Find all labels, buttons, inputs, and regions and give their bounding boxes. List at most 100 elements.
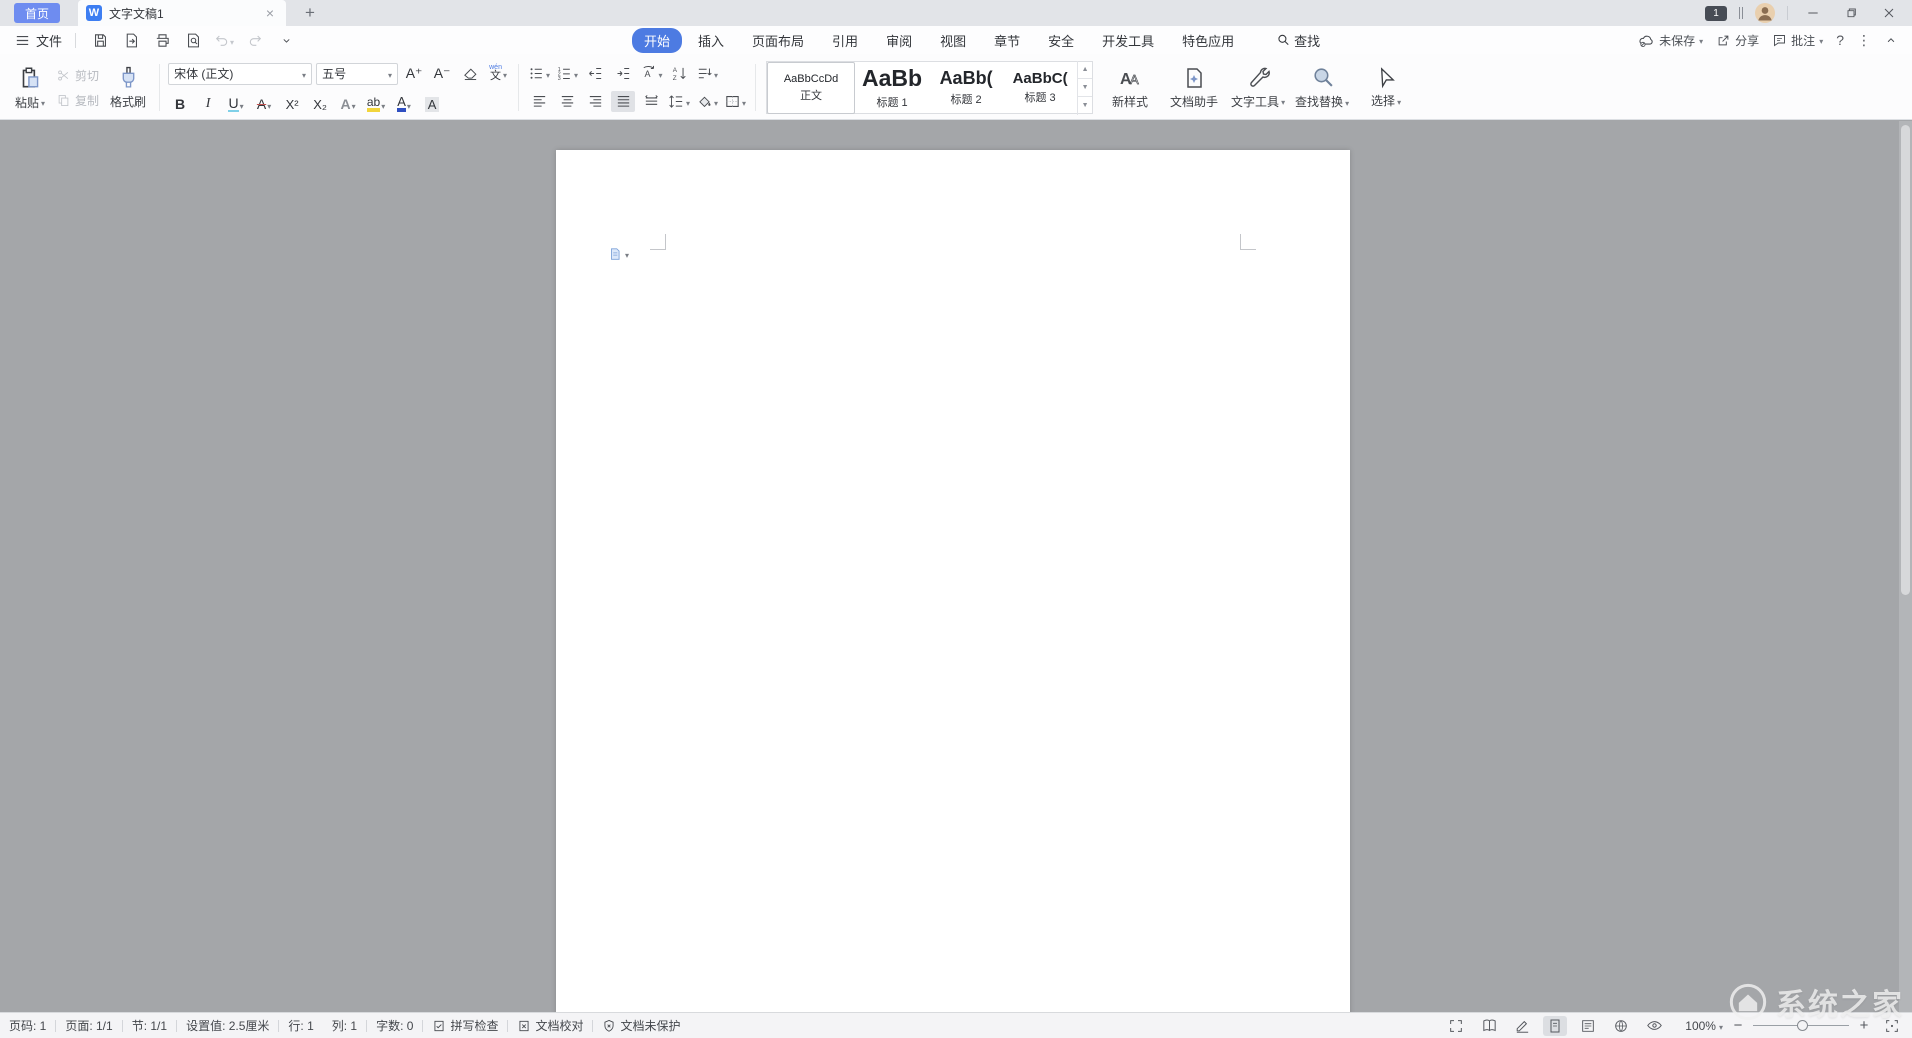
style-heading-2[interactable]: AaBb( 标题 2: [929, 62, 1003, 114]
pinyin-caret[interactable]: [503, 65, 507, 81]
increase-font-button[interactable]: A⁺: [402, 63, 426, 84]
eye-protection-button[interactable]: [1642, 1016, 1666, 1036]
bullet-list-caret[interactable]: [546, 65, 550, 81]
zoom-out-button[interactable]: −: [1731, 1017, 1745, 1034]
line-spacing-caret[interactable]: [686, 93, 690, 109]
close-button[interactable]: [1876, 3, 1902, 23]
save-button[interactable]: [89, 29, 111, 51]
sort-button[interactable]: [667, 63, 691, 84]
bullet-list-button[interactable]: [527, 63, 551, 84]
undo-dropdown-caret[interactable]: [230, 33, 234, 48]
font-name-combo[interactable]: 宋体 (正文): [168, 63, 312, 85]
style-heading-3[interactable]: AaBbC( 标题 3: [1003, 62, 1077, 114]
zoom-slider-handle[interactable]: [1797, 1020, 1808, 1031]
tab-section[interactable]: 章节: [982, 28, 1032, 53]
tab-references[interactable]: 引用: [820, 28, 870, 53]
comment-button[interactable]: 批注: [1772, 32, 1823, 49]
text-effect-button[interactable]: A: [336, 92, 360, 113]
text-tools-button[interactable]: 文字工具: [1229, 66, 1287, 110]
share-button[interactable]: 分享: [1716, 32, 1759, 49]
align-center-button[interactable]: [555, 91, 579, 112]
restore-button[interactable]: [1838, 3, 1864, 23]
smart-tag[interactable]: [608, 246, 629, 261]
status-page-count[interactable]: 页面: 1/1: [56, 1017, 121, 1034]
tab-view[interactable]: 视图: [928, 28, 978, 53]
new-tab-button[interactable]: +: [300, 3, 320, 23]
highlight-caret[interactable]: [381, 96, 385, 112]
file-menu-button[interactable]: 文件: [14, 31, 62, 50]
text-direction-button[interactable]: [639, 63, 663, 84]
italic-button[interactable]: I: [196, 92, 220, 113]
decrease-indent-button[interactable]: [583, 63, 607, 84]
proofread-button[interactable]: 文档校对: [508, 1017, 592, 1034]
show-marks-button[interactable]: [695, 63, 719, 84]
task-window-count-badge[interactable]: 1: [1705, 6, 1727, 21]
tab-review[interactable]: 审阅: [874, 28, 924, 53]
borders-caret[interactable]: [742, 93, 746, 109]
select-button[interactable]: 选择: [1357, 66, 1415, 109]
character-shading-button[interactable]: A: [420, 92, 444, 113]
show-marks-caret[interactable]: [714, 65, 718, 81]
justify-button[interactable]: [611, 91, 635, 112]
format-painter-button[interactable]: 格式刷: [105, 63, 151, 112]
line-spacing-button[interactable]: [667, 91, 691, 112]
smart-tag-caret[interactable]: [625, 246, 629, 261]
write-mode-button[interactable]: [1510, 1016, 1534, 1036]
new-style-button[interactable]: 新样式: [1101, 66, 1159, 110]
font-size-combo[interactable]: 五号: [316, 63, 398, 85]
style-normal[interactable]: AaBbCcDd 正文: [767, 62, 855, 114]
status-word-count[interactable]: 字数: 0: [367, 1017, 422, 1034]
tab-dev-tools[interactable]: 开发工具: [1090, 28, 1166, 53]
find-replace-caret[interactable]: [1345, 95, 1349, 109]
highlight-color-button[interactable]: ab: [364, 92, 388, 113]
document-tab[interactable]: W 文字文稿1 ×: [78, 0, 286, 26]
scrollbar-thumb[interactable]: [1901, 125, 1910, 595]
select-caret[interactable]: [1397, 94, 1401, 108]
save-status-button[interactable]: 未保存: [1638, 32, 1703, 49]
read-mode-button[interactable]: [1477, 1016, 1501, 1036]
borders-button[interactable]: [723, 91, 747, 112]
doc-assistant-button[interactable]: 文档助手: [1165, 66, 1223, 110]
decrease-font-button[interactable]: A⁻: [430, 63, 454, 84]
font-size-caret[interactable]: [388, 67, 392, 81]
document-page[interactable]: [556, 150, 1350, 1012]
font-color-button[interactable]: A: [392, 92, 416, 113]
pinyin-guide-button[interactable]: wén文: [486, 63, 510, 84]
strikethrough-caret[interactable]: [267, 96, 271, 112]
zoom-level-button[interactable]: 100%: [1685, 1019, 1723, 1033]
shading-caret[interactable]: [714, 93, 718, 109]
underline-caret[interactable]: [240, 96, 244, 112]
outline-view-button[interactable]: [1576, 1016, 1600, 1036]
font-color-caret[interactable]: [407, 96, 411, 112]
help-button[interactable]: [1836, 32, 1844, 48]
paste-button[interactable]: 粘贴: [10, 63, 50, 113]
page-view-button[interactable]: [1543, 1016, 1567, 1036]
minimize-button[interactable]: [1800, 3, 1826, 23]
vertical-scrollbar[interactable]: [1899, 121, 1912, 1012]
bold-button[interactable]: B: [168, 92, 192, 113]
zoom-in-button[interactable]: +: [1857, 1017, 1871, 1034]
shading-button[interactable]: [695, 91, 719, 112]
subscript-button[interactable]: X₂: [308, 92, 332, 113]
align-left-button[interactable]: [527, 91, 551, 112]
paste-caret[interactable]: [41, 95, 45, 109]
web-view-button[interactable]: [1609, 1016, 1633, 1036]
superscript-button[interactable]: X²: [280, 92, 304, 113]
undo-button[interactable]: [213, 29, 235, 51]
underline-button[interactable]: U: [224, 92, 248, 113]
clear-format-button[interactable]: [458, 63, 482, 84]
more-options-button[interactable]: [1857, 32, 1871, 49]
find-command-button[interactable]: 查找: [1276, 31, 1320, 50]
print-button[interactable]: [151, 29, 173, 51]
tab-page-layout[interactable]: 页面布局: [740, 28, 816, 53]
tab-insert[interactable]: 插入: [686, 28, 736, 53]
export-pdf-button[interactable]: [120, 29, 142, 51]
zoom-slider-track[interactable]: [1753, 1025, 1849, 1026]
spell-check-button[interactable]: 拼写检查: [423, 1017, 507, 1034]
find-replace-button[interactable]: 查找替换: [1293, 65, 1351, 110]
redo-button[interactable]: [244, 29, 266, 51]
text-tools-caret[interactable]: [1281, 94, 1285, 108]
font-name-caret[interactable]: [302, 67, 306, 81]
cut-button[interactable]: 剪切: [56, 67, 99, 84]
gallery-expand-button[interactable]: ▼: [1078, 97, 1092, 114]
